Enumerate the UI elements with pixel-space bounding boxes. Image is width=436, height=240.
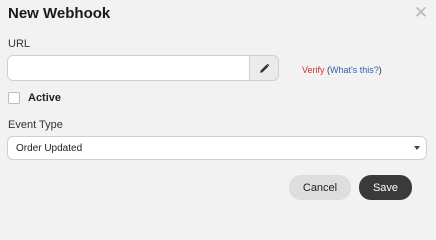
url-label: URL [8, 38, 31, 50]
event-type-label: Event Type [8, 119, 63, 131]
whats-this-link[interactable]: What's this? [330, 65, 379, 75]
dialog-title: New Webhook [8, 5, 111, 22]
close-paren: ) [378, 65, 382, 75]
active-checkbox[interactable] [8, 92, 20, 104]
event-type-select[interactable]: Order Updated [7, 136, 427, 160]
url-input[interactable] [7, 55, 249, 81]
verify-link[interactable]: Verify [302, 65, 325, 75]
cancel-button[interactable]: Cancel [289, 175, 351, 200]
active-label[interactable]: Active [28, 92, 61, 104]
active-row: Active [8, 92, 61, 104]
edit-url-button[interactable] [249, 55, 279, 81]
pencil-icon [259, 63, 269, 73]
event-type-selected-value: Order Updated [16, 142, 83, 154]
verify-row: Verify (What's this?) [302, 65, 382, 75]
url-field-group [7, 55, 279, 81]
close-icon[interactable]: ✕ [411, 3, 431, 23]
save-button[interactable]: Save [359, 175, 412, 200]
dropdown-caret-icon [414, 146, 420, 150]
